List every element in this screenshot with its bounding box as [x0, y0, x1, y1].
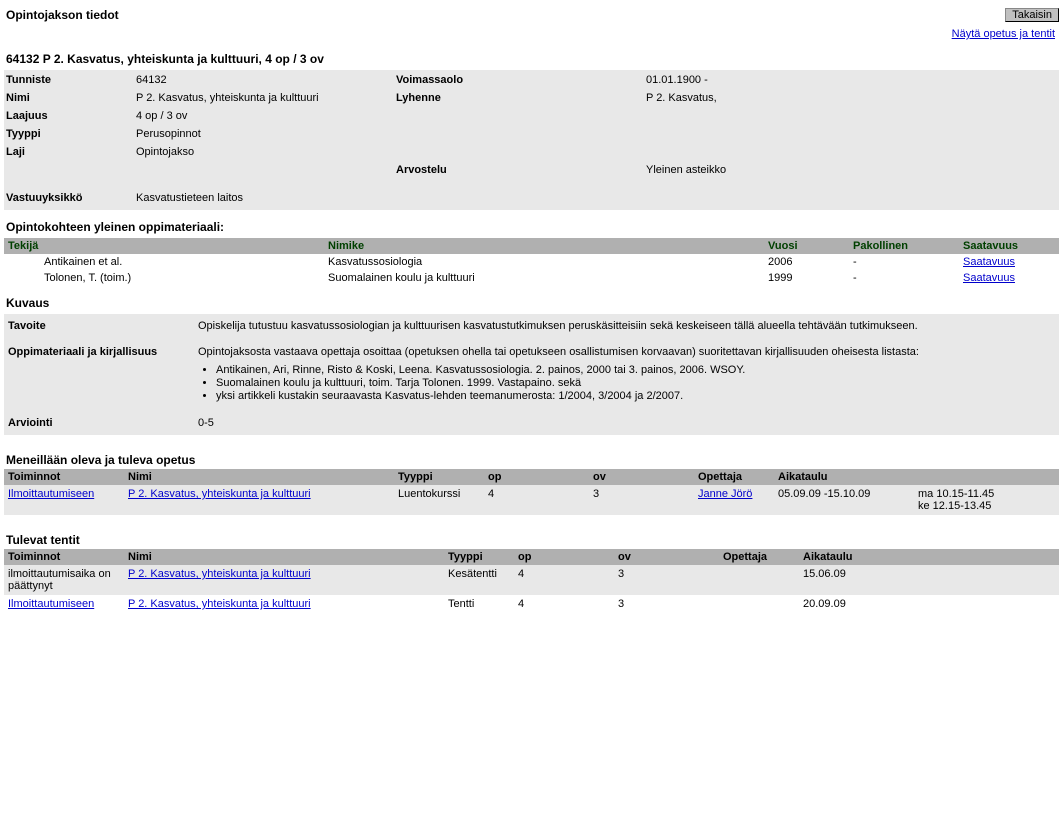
list-item: yksi artikkeli kustakin seuraavasta Kasv… — [216, 390, 1055, 402]
col-aikataulu: Aikataulu — [774, 469, 1059, 485]
label-laji: Laji — [6, 146, 136, 158]
cell-aikataulu: 20.09.09 — [799, 595, 1059, 613]
col-toiminnot: Toiminnot — [4, 549, 124, 565]
col-aikataulu: Aikataulu — [799, 549, 1059, 565]
show-teaching-link[interactable]: Näytä opetus ja tentit — [952, 28, 1055, 40]
label-vastuuyksikko: Vastuuyksikkö — [6, 182, 136, 204]
register-link[interactable]: Ilmoittautumiseen — [8, 598, 94, 610]
value-tunniste: 64132 — [136, 74, 396, 86]
materials-title: Opintokohteen yleinen oppimateriaali: — [4, 210, 1059, 238]
table-row: Ilmoittautumiseen P 2. Kasvatus, yhteisku… — [4, 485, 1059, 515]
col-ov: ov — [589, 469, 694, 485]
course-heading: 64132 P 2. Kasvatus, yhteiskunta ja kult… — [4, 48, 1059, 70]
cell-pakollinen: - — [849, 254, 959, 270]
register-link[interactable]: Ilmoittautumiseen — [8, 488, 94, 500]
value-laajuus: 4 op / 3 ov — [136, 110, 396, 122]
col-vuosi: Vuosi — [764, 238, 849, 254]
label-voimassaolo: Voimassaolo — [396, 74, 646, 86]
cell-nimike: Kasvatussosiologia — [324, 254, 764, 270]
col-ov: ov — [614, 549, 719, 565]
value-voimassaolo: 01.01.1900 - — [646, 74, 946, 86]
label-nimi: Nimi — [6, 92, 136, 104]
exams-table: Toiminnot Nimi Tyyppi op ov Opettaja Aik… — [4, 549, 1059, 613]
cell-opettaja — [719, 565, 799, 595]
cell-tekija: Antikainen et al. — [4, 254, 324, 270]
label-tavoite: Tavoite — [8, 320, 198, 332]
cell-aikataulu-times: ma 10.15-11.45ke 12.15-13.45 — [914, 485, 1059, 515]
col-op: op — [484, 469, 589, 485]
exams-title: Tulevat tentit — [4, 515, 1059, 549]
cell-ov: 3 — [614, 595, 719, 613]
cell-nimike: Suomalainen koulu ja kulttuuri — [324, 270, 764, 286]
value-nimi: P 2. Kasvatus, yhteiskunta ja kulttuuri — [136, 92, 396, 104]
table-row: ilmoittautumisaika on päättynyt P 2. Kasv… — [4, 565, 1059, 595]
col-opettaja: Opettaja — [719, 549, 799, 565]
value-vastuuyksikko: Kasvatustieteen laitos — [136, 182, 396, 204]
back-button[interactable]: Takaisin — [1005, 8, 1059, 22]
availability-link[interactable]: Saatavuus — [963, 272, 1015, 284]
col-nimi: Nimi — [124, 469, 394, 485]
col-nimike: Nimike — [324, 238, 764, 254]
cell-tyyppi: Kesätentti — [444, 565, 514, 595]
list-item: Antikainen, Ari, Rinne, Risto & Koski, L… — [216, 364, 1055, 376]
cell-op: 4 — [484, 485, 589, 515]
cell-vuosi: 2006 — [764, 254, 849, 270]
cell-tyyppi: Luentokurssi — [394, 485, 484, 515]
teaching-title: Meneillään oleva ja tuleva opetus — [4, 435, 1059, 469]
label-laajuus: Laajuus — [6, 110, 136, 122]
description-title: Kuvaus — [4, 286, 1059, 314]
teaching-table: Toiminnot Nimi Tyyppi op ov Opettaja Aik… — [4, 469, 1059, 515]
label-arvostelu: Arvostelu — [396, 164, 646, 176]
label-arviointi: Arviointi — [8, 417, 198, 429]
cell-opettaja — [719, 595, 799, 613]
teacher-link[interactable]: Janne Jörö — [698, 488, 752, 500]
cell-tyyppi: Tentti — [444, 595, 514, 613]
value-tyyppi: Perusopinnot — [136, 128, 396, 140]
oppimateriaali-intro: Opintojaksosta vastaava opettaja osoitta… — [198, 346, 919, 358]
value-lyhenne: P 2. Kasvatus, — [646, 92, 946, 104]
value-oppimateriaali: Opintojaksosta vastaava opettaja osoitta… — [198, 346, 1055, 403]
cell-tekija: Tolonen, T. (toim.) — [4, 270, 324, 286]
value-tavoite: Opiskelija tutustuu kasvatussosiologian … — [198, 320, 1055, 332]
cell-vuosi: 1999 — [764, 270, 849, 286]
col-saatavuus: Saatavuus — [959, 238, 1059, 254]
label-tunniste: Tunniste — [6, 74, 136, 86]
register-closed-text: ilmoittautumisaika on päättynyt — [8, 568, 111, 592]
label-oppimateriaali: Oppimateriaali ja kirjallisuus — [8, 346, 198, 403]
cell-ov: 3 — [589, 485, 694, 515]
course-name-link[interactable]: P 2. Kasvatus, yhteiskunta ja kulttuuri — [128, 568, 311, 580]
col-tekija: Tekijä — [4, 238, 324, 254]
list-item: Suomalainen koulu ja kulttuuri, toim. Ta… — [216, 377, 1055, 389]
table-row: Ilmoittautumiseen P 2. Kasvatus, yhteisku… — [4, 595, 1059, 613]
availability-link[interactable]: Saatavuus — [963, 256, 1015, 268]
col-tyyppi: Tyyppi — [444, 549, 514, 565]
table-row: Tolonen, T. (toim.)Suomalainen koulu ja … — [4, 270, 1059, 286]
col-opettaja: Opettaja — [694, 469, 774, 485]
value-laji: Opintojakso — [136, 146, 396, 158]
materials-table: Tekijä Nimike Vuosi Pakollinen Saatavuus… — [4, 238, 1059, 286]
description-box: Tavoite Opiskelija tutustuu kasvatussosi… — [4, 314, 1059, 435]
label-lyhenne: Lyhenne — [396, 92, 646, 104]
course-name-link[interactable]: P 2. Kasvatus, yhteiskunta ja kulttuuri — [128, 488, 311, 500]
cell-aikataulu-dates: 05.09.09 -15.10.09 — [774, 485, 914, 515]
col-op: op — [514, 549, 614, 565]
page-title: Opintojakson tiedot — [4, 4, 121, 26]
course-name-link[interactable]: P 2. Kasvatus, yhteiskunta ja kulttuuri — [128, 598, 311, 610]
col-tyyppi: Tyyppi — [394, 469, 484, 485]
value-arvostelu: Yleinen asteikko — [646, 164, 946, 176]
cell-pakollinen: - — [849, 270, 959, 286]
table-row: Antikainen et al.Kasvatussosiologia2006-… — [4, 254, 1059, 270]
col-toiminnot: Toiminnot — [4, 469, 124, 485]
cell-op: 4 — [514, 595, 614, 613]
label-tyyppi: Tyyppi — [6, 128, 136, 140]
value-arviointi: 0-5 — [198, 417, 1055, 429]
course-info-box: Tunniste 64132 Voimassaolo 01.01.1900 - … — [4, 70, 1059, 210]
col-pakollinen: Pakollinen — [849, 238, 959, 254]
cell-ov: 3 — [614, 565, 719, 595]
col-nimi: Nimi — [124, 549, 444, 565]
cell-aikataulu: 15.06.09 — [799, 565, 1059, 595]
cell-op: 4 — [514, 565, 614, 595]
